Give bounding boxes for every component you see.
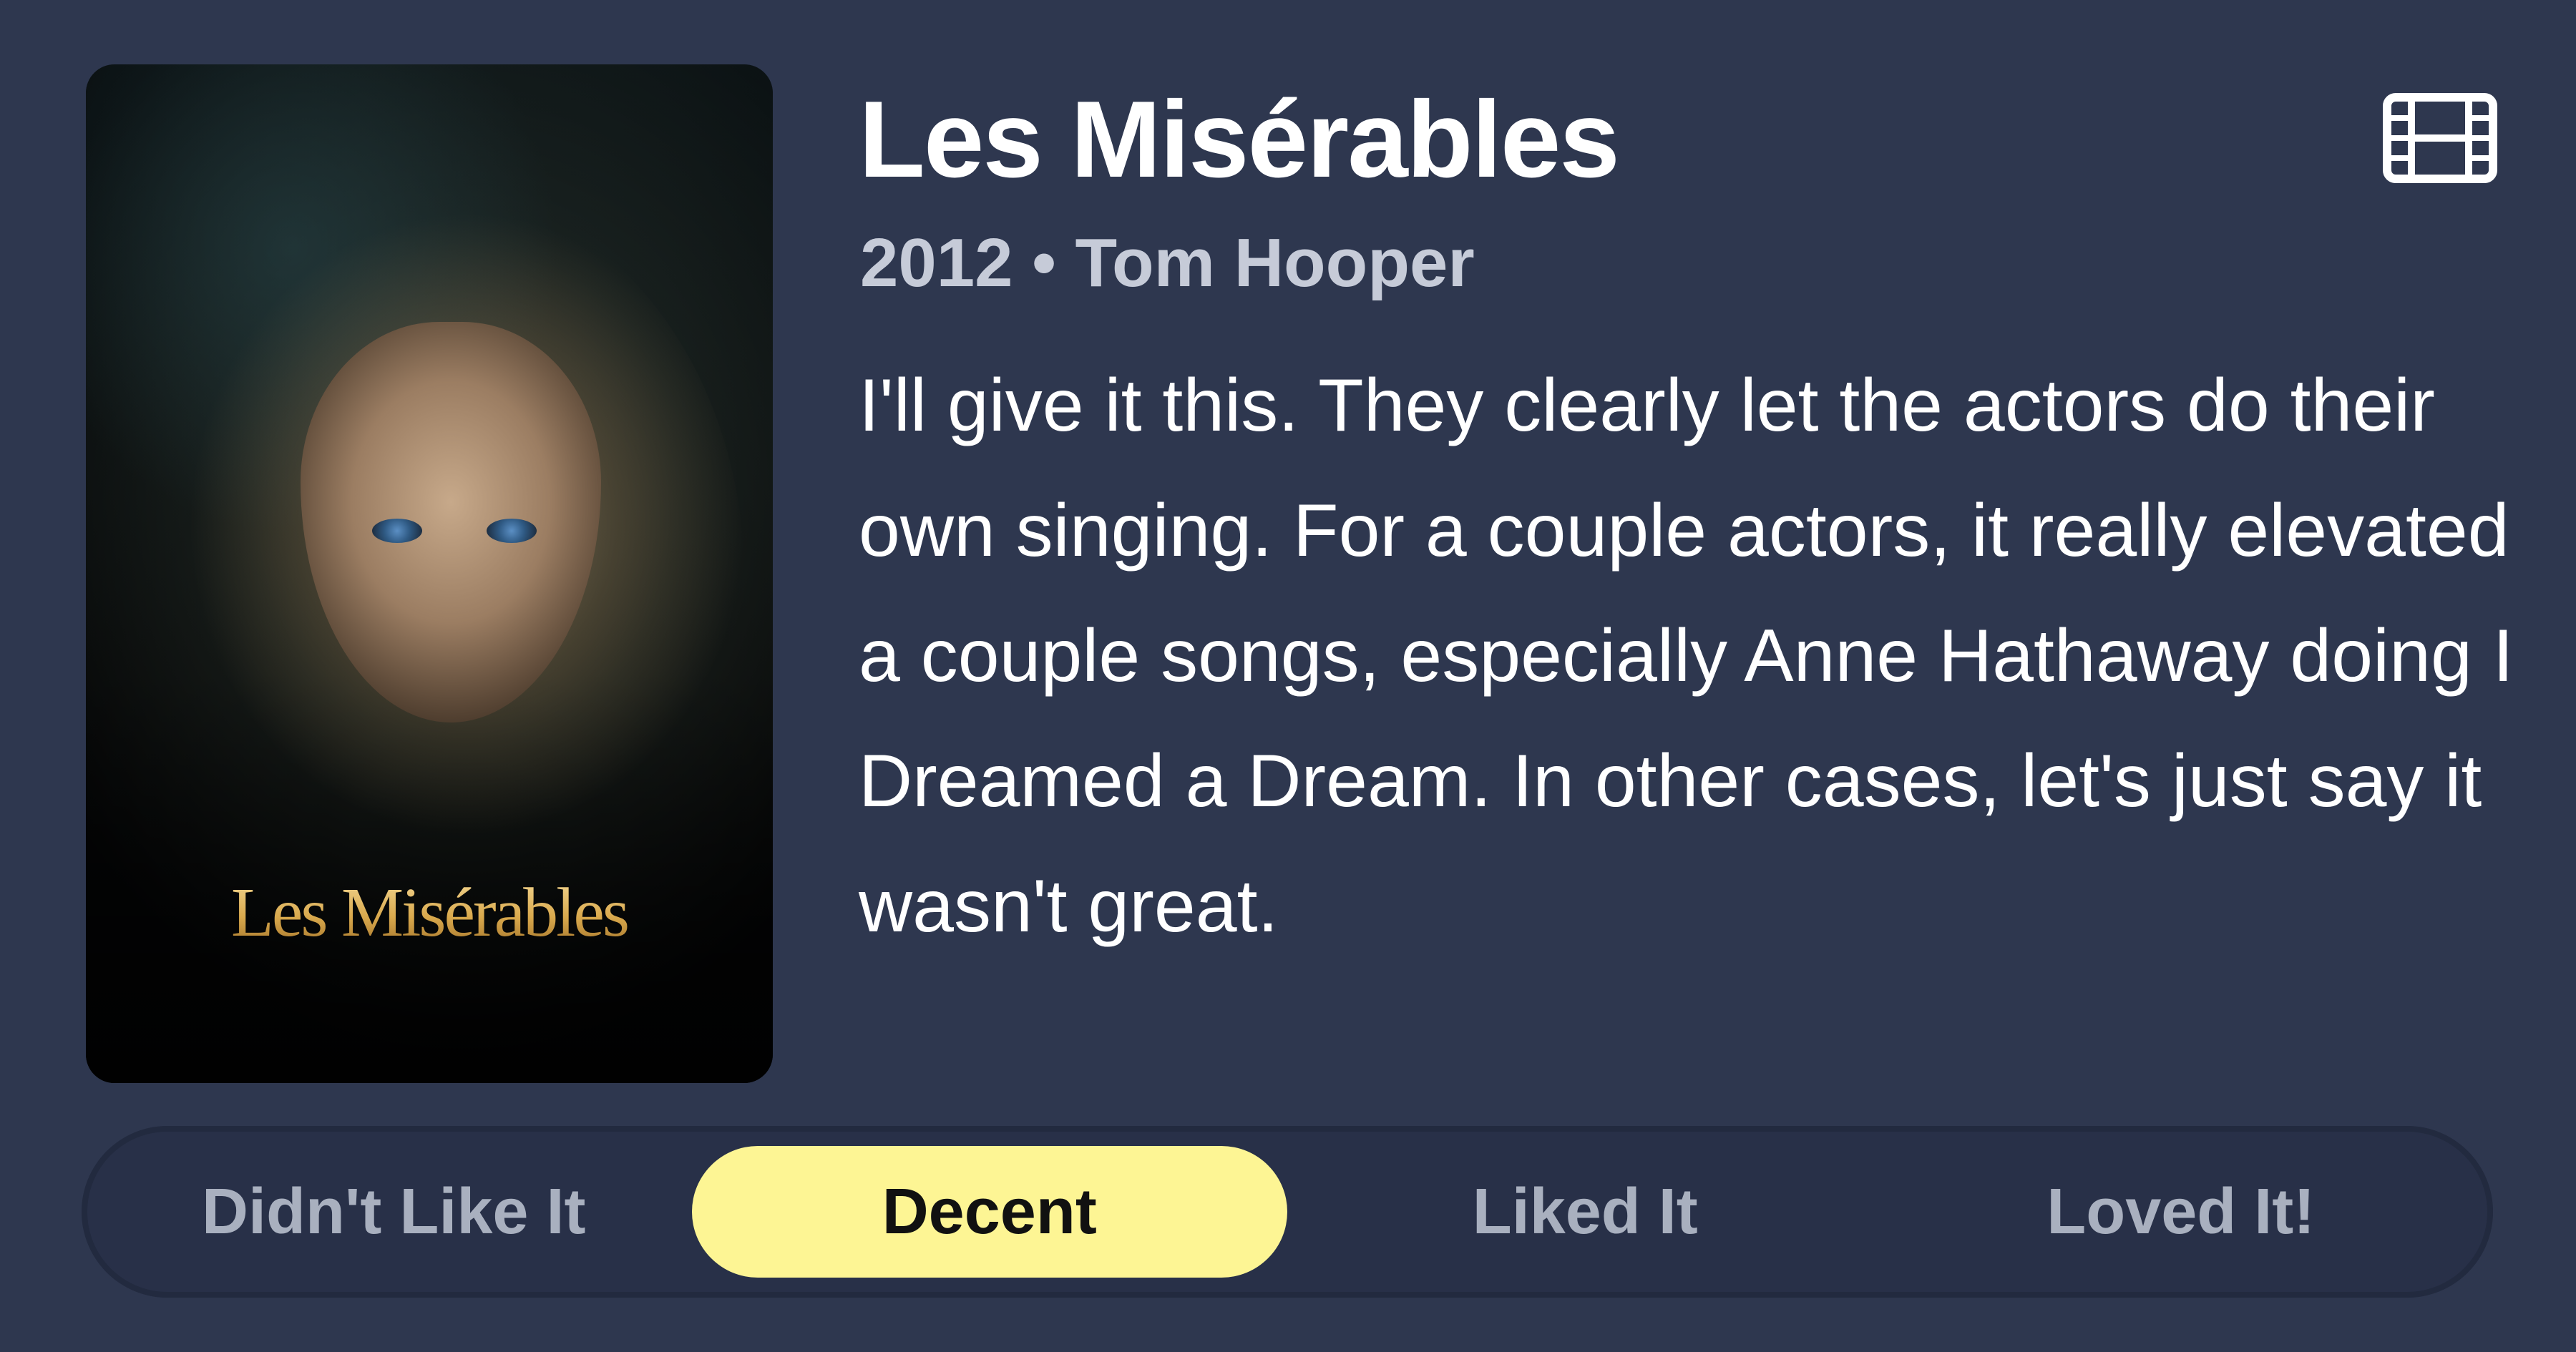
poster-eye-right — [487, 519, 537, 543]
rating-option-loved-it[interactable]: Loved It! — [1883, 1146, 2479, 1278]
rating-option-decent[interactable]: Decent — [691, 1146, 1287, 1278]
rating-option-liked-it[interactable]: Liked It — [1287, 1146, 1883, 1278]
movie-card: Les Misérables Les Misérables 2012 • Tom… — [0, 0, 2576, 1352]
film-icon[interactable] — [2383, 93, 2497, 183]
rating-selector: Didn't Like It Decent Liked It Loved It! — [82, 1126, 2493, 1298]
review-text: I'll give it this. They clearly let the … — [859, 364, 2514, 948]
movie-poster[interactable]: Les Misérables — [86, 64, 773, 1083]
poster-eye-left — [372, 519, 422, 543]
movie-meta: 2012 • Tom Hooper — [860, 225, 1475, 301]
poster-title-logo: Les Misérables — [86, 873, 773, 953]
movie-title: Les Misérables — [859, 79, 1620, 200]
rating-option-didnt-like-it[interactable]: Didn't Like It — [96, 1146, 692, 1278]
